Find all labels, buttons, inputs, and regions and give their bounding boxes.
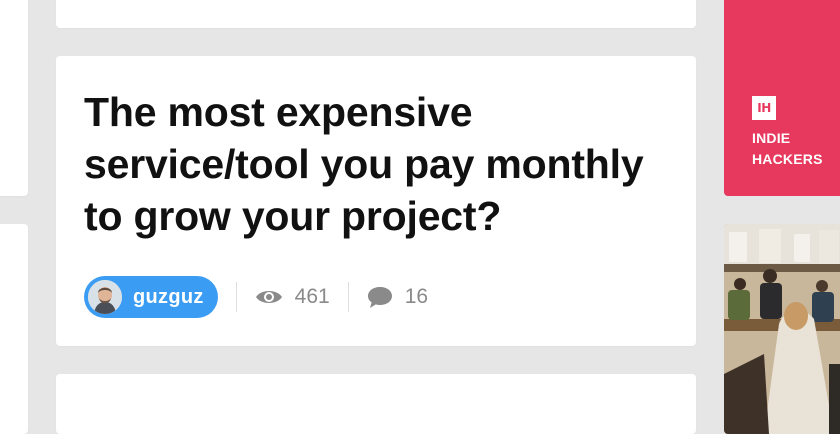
speech-bubble-icon: [367, 285, 393, 309]
author-name: guzguz: [133, 285, 204, 308]
comments-count: 16: [404, 285, 429, 308]
author-pill[interactable]: guzguz: [84, 276, 218, 318]
post-meta: guzguz 461 16: [84, 276, 428, 318]
coworking-photo[interactable]: [724, 224, 840, 434]
indie-hackers-brand-text: INDIE HACKERS: [752, 128, 823, 170]
views-count: 461: [294, 285, 330, 308]
post-card[interactable]: The most expensive service/tool you pay …: [56, 56, 696, 346]
adjacent-post-card-left-top[interactable]: [0, 0, 28, 196]
indie-hackers-logo: IH: [752, 96, 776, 120]
brand-line-1: INDIE: [752, 130, 791, 146]
eye-icon: [255, 288, 283, 306]
previous-post-card[interactable]: [56, 0, 696, 28]
adjacent-post-card-left-bottom[interactable]: [0, 224, 28, 434]
meta-divider: [347, 282, 349, 312]
meta-divider: [235, 282, 237, 312]
views-stat: 461: [255, 285, 330, 309]
author-avatar: [86, 278, 124, 316]
next-post-card[interactable]: [56, 374, 696, 434]
brand-line-2: HACKERS: [752, 151, 823, 167]
post-title[interactable]: The most expensive service/tool you pay …: [84, 86, 684, 242]
coworking-photo-image: [724, 224, 840, 434]
comments-stat[interactable]: 16: [367, 285, 428, 309]
indie-hackers-tile[interactable]: IH INDIE HACKERS: [724, 0, 840, 196]
